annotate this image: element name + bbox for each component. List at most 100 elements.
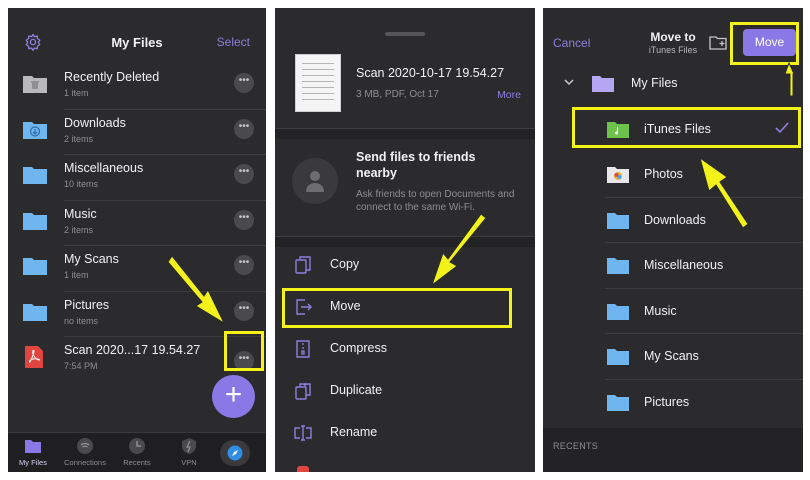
copy-icon: [295, 256, 311, 274]
folder-icon: [25, 440, 41, 453]
file-actions-sheet: Scan 2020-10-17 19.54.27 3 MB, PDF, Oct …: [275, 8, 535, 472]
my-files-screen: My Files Select Recently Deleted 1 item …: [8, 8, 266, 472]
photos-icon: [607, 167, 629, 183]
recents-section: RECENTS: [543, 428, 803, 472]
clock-icon: [129, 438, 145, 454]
tab-bar: My Files Connections Recents VPN: [8, 432, 266, 472]
file-name: Downloads: [64, 115, 126, 130]
file-row-my-scans[interactable]: My Scans 1 item •••: [8, 246, 266, 292]
folder-icon: [607, 258, 629, 274]
downloads-folder-icon: [23, 121, 47, 139]
tree-root-my-files[interactable]: My Files: [543, 61, 803, 107]
browser-button[interactable]: [220, 440, 250, 466]
destination-label: Pictures: [644, 394, 690, 409]
action-label: Duplicate: [330, 383, 383, 397]
tab-my-files[interactable]: My Files: [8, 437, 58, 467]
document-name: Scan 2020-10-17 19.54.27: [356, 66, 505, 80]
destination-label: Downloads: [644, 212, 706, 227]
file-name: My Scans: [64, 252, 119, 266]
folder-icon: [23, 212, 47, 230]
page-subtitle: iTunes Files: [648, 45, 698, 55]
destination-my-scans[interactable]: My Scans: [543, 334, 803, 380]
copy-action[interactable]: Copy: [275, 244, 535, 286]
share-nearby-title[interactable]: Send files to friends nearby: [356, 149, 516, 181]
tree-item-label: My Files: [631, 76, 678, 90]
document-meta: 3 MB, PDF, Oct 17: [356, 89, 439, 100]
file-name: Recently Deleted: [64, 70, 160, 84]
more-link[interactable]: More: [497, 89, 521, 101]
file-row-downloads[interactable]: Downloads 2 items •••: [8, 110, 266, 155]
tab-label: My Files: [19, 458, 47, 467]
person-icon: [306, 171, 324, 192]
folder-icon: [23, 167, 47, 184]
destination-pictures[interactable]: Pictures: [543, 380, 803, 426]
highlight-box: [282, 288, 512, 328]
folder-icon: [607, 303, 629, 320]
tab-label: VPN: [181, 458, 197, 467]
destination-label: Miscellaneous: [644, 258, 724, 272]
destination-music[interactable]: Music: [543, 289, 803, 334]
file-row-recently-deleted[interactable]: Recently Deleted 1 item •••: [8, 64, 266, 110]
document-thumbnail: [295, 54, 341, 112]
more-options-button[interactable]: •••: [234, 255, 254, 275]
highlight-box: [730, 22, 799, 65]
avatar: [292, 158, 338, 204]
file-meta: 1 item: [64, 270, 89, 280]
share-nearby-description: Ask friends to open Documents and connec…: [356, 189, 515, 213]
file-meta: 2 items: [64, 133, 94, 144]
compress-action[interactable]: Compress: [275, 328, 535, 370]
more-options-button[interactable]: •••: [234, 164, 254, 184]
more-options-button[interactable]: •••: [234, 118, 254, 139]
cancel-button[interactable]: Cancel: [553, 36, 590, 50]
highlight-box: [572, 107, 801, 148]
tab-connections[interactable]: Connections: [60, 437, 110, 467]
duplicate-action[interactable]: Duplicate: [275, 370, 535, 412]
file-meta: 2 items: [64, 224, 94, 235]
rename-action[interactable]: Rename: [275, 412, 535, 454]
file-name: Music: [64, 206, 97, 221]
delete-icon: [297, 466, 309, 472]
tab-vpn[interactable]: VPN: [164, 437, 214, 467]
rename-icon: [294, 425, 312, 441]
destination-miscellaneous[interactable]: Miscellaneous: [543, 243, 803, 289]
folder-icon: [23, 303, 47, 321]
action-label: Compress: [330, 341, 387, 355]
file-name: Pictures: [64, 297, 110, 312]
recents-header: RECENTS: [553, 441, 599, 451]
file-meta: 7:54 PM: [64, 361, 98, 371]
more-options-button[interactable]: •••: [234, 209, 254, 230]
section-gap: [275, 129, 535, 139]
add-button[interactable]: +: [212, 375, 255, 418]
pdf-icon: [25, 346, 43, 368]
my-files-header: My Files Select: [8, 8, 266, 70]
folder-icon: [592, 76, 614, 92]
connections-icon: [77, 438, 93, 454]
file-meta: 10 items: [64, 179, 99, 189]
folder-icon: [607, 212, 629, 229]
destination-photos[interactable]: Photos: [543, 152, 803, 198]
action-label: Rename: [330, 425, 378, 439]
trash-folder-icon: [23, 76, 47, 93]
file-name: Miscellaneous: [64, 161, 144, 175]
chevron-down-icon[interactable]: [563, 76, 575, 88]
new-folder-icon[interactable]: [709, 35, 727, 50]
more-options-button[interactable]: •••: [234, 300, 254, 321]
more-options-button[interactable]: •••: [234, 73, 254, 93]
destination-downloads[interactable]: Downloads: [543, 198, 803, 243]
file-row-miscellaneous[interactable]: Miscellaneous 10 items •••: [8, 155, 266, 201]
move-to-screen: Cancel Move to iTunes Files Move My File…: [543, 8, 803, 472]
sheet-grabber[interactable]: [385, 32, 425, 36]
file-name: Scan 2020...17 19.54.27: [64, 343, 201, 357]
highlight-box: [224, 331, 264, 371]
action-label: Copy: [330, 257, 360, 271]
tab-recents[interactable]: Recents: [112, 437, 162, 467]
destination-label: Photos: [644, 167, 683, 181]
select-button[interactable]: Select: [217, 35, 250, 49]
folder-icon: [23, 258, 47, 275]
page-title: Move to: [650, 30, 696, 44]
file-row-music[interactable]: Music 2 items •••: [8, 201, 266, 246]
destination-label: My Scans: [644, 349, 699, 363]
file-meta: 1 item: [64, 88, 89, 98]
folder-icon: [607, 394, 629, 411]
destination-label: Music: [644, 303, 677, 318]
